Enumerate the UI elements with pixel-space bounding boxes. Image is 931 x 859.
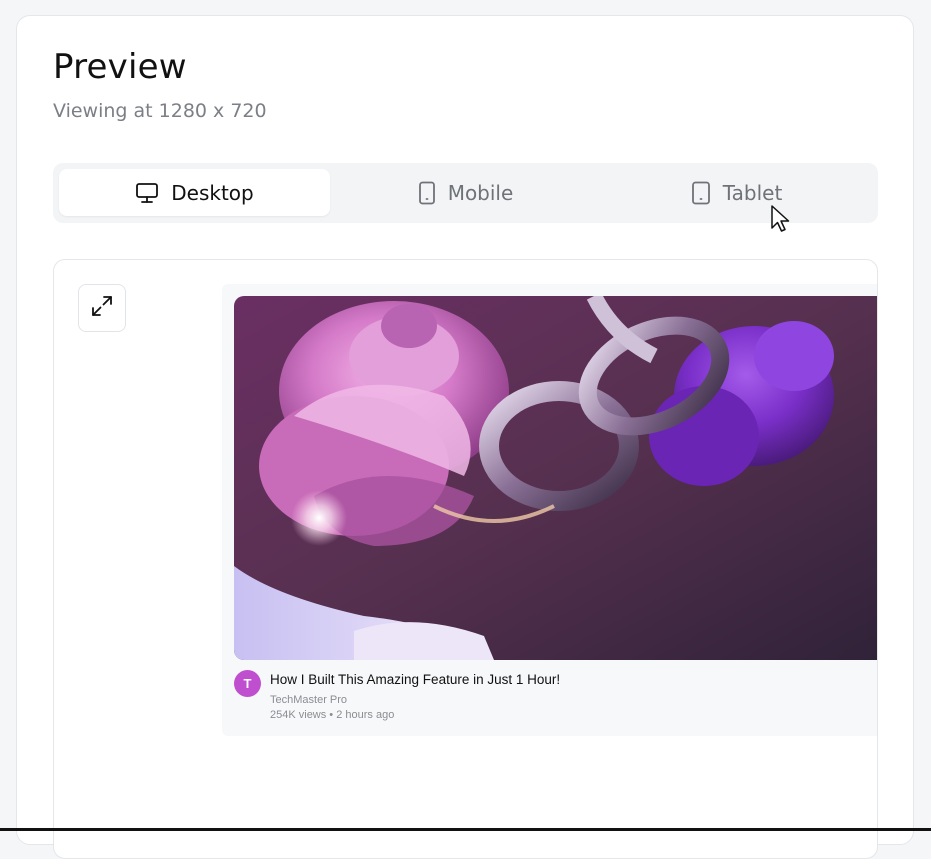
tab-mobile-label: Mobile — [447, 180, 514, 205]
desktop-viewport: T How I Built This Amazing Feature in Ju… — [222, 284, 877, 736]
channel-avatar[interactable]: T — [234, 670, 261, 697]
tab-desktop[interactable]: Desktop — [59, 169, 330, 216]
channel-name[interactable]: TechMaster Pro — [270, 694, 347, 706]
preview-card: Preview Viewing at 1280 x 720 Desktop Mo… — [16, 15, 914, 859]
expand-icon — [90, 294, 114, 322]
tab-mobile[interactable]: Mobile — [330, 169, 601, 216]
video-title[interactable]: How I Built This Amazing Feature in Just… — [270, 672, 560, 687]
device-tabs: Desktop Mobile Tablet — [53, 163, 878, 223]
tab-desktop-label: Desktop — [171, 180, 254, 205]
page-title: Preview — [53, 47, 187, 87]
mouse-cursor-icon — [770, 204, 792, 238]
tab-tablet-label: Tablet — [722, 180, 783, 205]
thumbnail-artwork — [234, 296, 877, 660]
phone-icon — [418, 181, 436, 205]
tablet-icon — [691, 181, 711, 205]
video-thumbnail[interactable] — [234, 296, 877, 660]
viewport-size-label: Viewing at 1280 x 720 — [53, 100, 267, 122]
preview-frame: T How I Built This Amazing Feature in Ju… — [53, 259, 878, 859]
tab-tablet[interactable]: Tablet — [601, 169, 872, 216]
monitor-icon — [135, 182, 159, 204]
video-meta: 254K views • 2 hours ago — [270, 709, 395, 721]
expand-button[interactable] — [78, 284, 126, 332]
